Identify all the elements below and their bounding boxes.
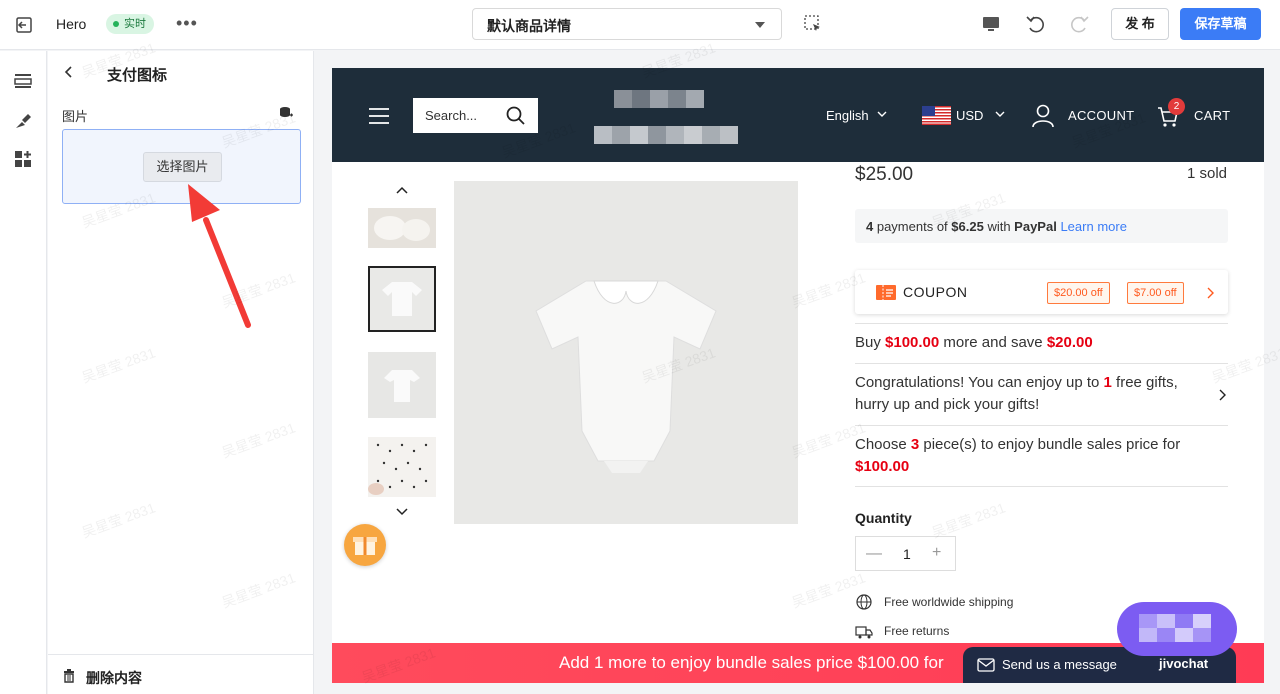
thumbnail-1[interactable] [368, 208, 436, 248]
cart-count-badge: 2 [1168, 98, 1185, 115]
decrease-quantity-button[interactable]: — [866, 545, 882, 563]
quantity-label: Quantity [855, 510, 912, 526]
chevron-right-icon[interactable] [1218, 389, 1226, 401]
search-icon[interactable] [506, 106, 526, 126]
chat-message-label: Send us a message [1002, 657, 1117, 672]
product-main-image[interactable] [454, 181, 798, 524]
quantity-input[interactable]: 1 [903, 546, 911, 562]
sections-icon[interactable] [13, 71, 33, 91]
chevron-down-icon[interactable] [396, 508, 408, 516]
envelope-icon [977, 658, 995, 672]
coupon-icon [876, 285, 896, 300]
image-field-label: 图片 [62, 109, 89, 124]
store-logo[interactable] [594, 90, 740, 148]
chevron-right-icon [1207, 287, 1214, 299]
store-preview: Search... English USD ACCOUNT 2 CART $25… [332, 68, 1264, 683]
delete-content-button[interactable]: 删除内容 [86, 668, 142, 688]
editor-topbar: Hero 实时 ••• 默认商品详情 发 布 保存草稿 [0, 0, 1280, 50]
divider [855, 323, 1228, 324]
product-price: $25.00 [855, 164, 914, 185]
publish-button[interactable]: 发 布 [1111, 8, 1169, 40]
divider [855, 486, 1228, 487]
currency-selector[interactable]: USD [956, 108, 983, 123]
chevron-down-icon [995, 111, 1005, 117]
gift-icon [353, 537, 377, 555]
panel-footer: 删除内容 [48, 654, 314, 694]
select-element-icon[interactable] [802, 13, 824, 35]
trash-icon[interactable] [62, 669, 76, 683]
store-header: Search... English USD ACCOUNT 2 CART [332, 68, 1264, 162]
settings-panel: 支付图标 图片 选择图片 删除内容 [48, 51, 314, 694]
undo-icon[interactable] [1025, 13, 1047, 35]
thumbnail-4[interactable] [368, 437, 436, 497]
free-gift-offer[interactable]: Congratulations! You can enjoy up to 1 f… [855, 372, 1195, 416]
panel-title: 支付图标 [107, 67, 168, 84]
chevron-down-icon [877, 111, 887, 117]
chat-launcher-icon [1139, 614, 1211, 642]
apps-icon[interactable] [13, 149, 33, 169]
thumbnail-2[interactable] [368, 266, 436, 332]
chevron-down-icon [755, 22, 765, 28]
buy-more-offer: Buy $100.00 more and save $20.00 [855, 334, 1093, 351]
coupon-label: COUPON [903, 284, 968, 300]
gift-floating-button[interactable] [344, 524, 386, 566]
page-template-select[interactable]: 默认商品详情 [472, 8, 782, 40]
exit-icon[interactable] [14, 15, 34, 35]
globe-icon [856, 594, 872, 610]
desktop-preview-icon[interactable] [980, 13, 1002, 35]
menu-icon[interactable] [369, 108, 389, 124]
search-placeholder: Search... [425, 108, 478, 123]
live-status-badge: 实时 [106, 14, 154, 34]
truck-icon [855, 626, 873, 639]
quantity-stepper: — 1 + [855, 536, 956, 571]
page-template-value: 默认商品详情 [487, 18, 571, 34]
coupon-tag: $20.00 off [1047, 282, 1110, 304]
section-title: Hero [56, 16, 87, 32]
account-icon[interactable] [1032, 104, 1054, 128]
annotation-arrow-icon [188, 184, 251, 328]
language-selector[interactable]: English [826, 108, 869, 123]
paypal-text: 4 payments of $6.25 with PayPal Learn mo… [866, 219, 1127, 234]
coupon-tag: $7.00 off [1127, 282, 1184, 304]
bundle-promo-text: Add 1 more to enjoy bundle sales price $… [559, 653, 944, 672]
feature-returns: Free returns [884, 624, 950, 638]
paypal-installments: 4 payments of $6.25 with PayPal Learn mo… [855, 209, 1228, 243]
chevron-up-icon[interactable] [396, 186, 408, 194]
bundle-offer: Choose 3 piece(s) to enjoy bundle sales … [855, 436, 1181, 475]
increase-quantity-button[interactable]: + [932, 544, 941, 562]
more-options-icon[interactable]: ••• [176, 13, 198, 34]
us-flag-icon [922, 106, 951, 125]
editor-sidebar-rail [0, 51, 47, 694]
chat-brand: jivochat [1159, 656, 1209, 671]
cart-link[interactable]: CART [1194, 108, 1230, 123]
coupon-row[interactable]: COUPON $20.00 off $7.00 off [855, 270, 1228, 314]
divider [855, 425, 1228, 426]
dynamic-source-icon[interactable] [279, 106, 293, 120]
paypal-learn-more-link[interactable]: Learn more [1060, 219, 1126, 234]
account-link[interactable]: ACCOUNT [1068, 108, 1134, 123]
theme-style-icon[interactable] [13, 111, 33, 131]
redo-icon[interactable] [1068, 13, 1090, 35]
save-draft-button[interactable]: 保存草稿 [1180, 8, 1261, 40]
sold-count: 1 sold [1186, 165, 1227, 182]
store-search-input[interactable]: Search... [413, 98, 538, 133]
thumbnail-3[interactable] [368, 352, 436, 418]
chat-launcher-button[interactable] [1117, 602, 1237, 656]
back-icon[interactable] [62, 65, 76, 79]
divider [855, 363, 1228, 364]
feature-shipping: Free worldwide shipping [884, 595, 1014, 609]
